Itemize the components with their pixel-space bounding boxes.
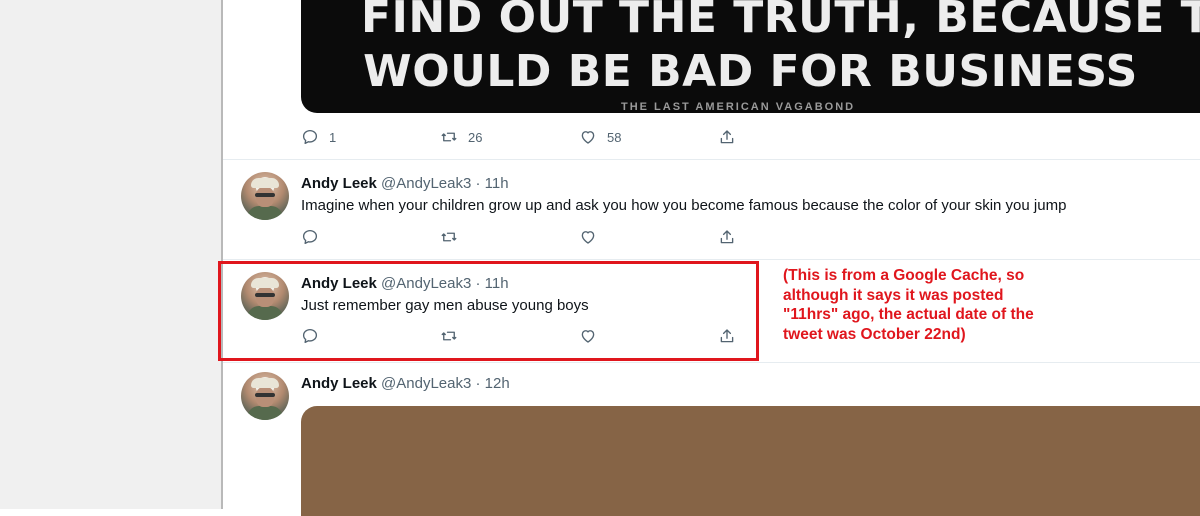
author-name[interactable]: Andy Leek: [301, 175, 377, 192]
media-credit: THE LAST AMERICAN VAGABOND: [621, 101, 856, 113]
share-icon: [720, 230, 734, 244]
reply-count: 1: [329, 129, 337, 145]
tweet-header: Andy Leek @AndyLeak3 · 11h: [301, 175, 509, 192]
tweet-media-image[interactable]: [301, 406, 1200, 516]
media-text-line1: FIND OUT THE TRUTH, BECAUSE THAT: [361, 0, 1200, 43]
author-handle[interactable]: @AndyLeak3: [381, 175, 471, 192]
highlight-box: [218, 261, 759, 361]
left-gutter: [0, 0, 223, 509]
reply-icon: [302, 229, 318, 245]
tweet-header: Andy Leek @AndyLeak3 · 12h: [301, 375, 510, 392]
like-button[interactable]: 58: [579, 128, 718, 146]
tweet-divider: [223, 159, 1200, 160]
annotation-line: although it says it was posted: [783, 286, 1004, 304]
retweet-button[interactable]: 26: [440, 128, 579, 146]
tweet-divider: [223, 362, 1200, 363]
tweet-divider: [223, 259, 1200, 260]
like-count: 58: [607, 129, 622, 145]
tweet-text: Imagine when your children grow up and a…: [301, 197, 1067, 214]
tweet-media-image[interactable]: FIND OUT THE TRUTH, BECAUSE THAT WOULD B…: [301, 0, 1200, 113]
reply-button[interactable]: [301, 228, 440, 246]
author-handle[interactable]: @AndyLeak3: [381, 375, 471, 392]
avatar[interactable]: [241, 372, 289, 420]
tweet-time[interactable]: 11h: [485, 175, 509, 192]
media-text-line2: WOULD BE BAD FOR BUSINESS: [363, 46, 1138, 97]
retweet-icon: [441, 132, 457, 142]
annotation-line: "11hrs" ago, the actual date of the: [783, 306, 1034, 323]
tweet-time[interactable]: 12h: [485, 375, 510, 392]
annotation-line: tweet was October 22nd): [783, 325, 966, 343]
share-button[interactable]: [718, 128, 736, 146]
tweet-actions: [301, 228, 736, 246]
like-icon: [581, 131, 595, 144]
tweet-actions: 1 26 58: [301, 128, 736, 146]
share-icon: [720, 130, 734, 144]
reply-icon: [302, 129, 318, 145]
share-button[interactable]: [718, 228, 736, 246]
reply-button[interactable]: 1: [301, 128, 440, 146]
retweet-icon: [441, 232, 457, 242]
like-icon: [581, 231, 595, 244]
author-name[interactable]: Andy Leek: [301, 375, 377, 392]
retweet-button[interactable]: [440, 228, 579, 246]
retweet-count: 26: [468, 129, 483, 145]
annotation-line: (This is from a Google Cache, so: [783, 267, 1025, 284]
annotation-note: (This is from a Google Cache, so althoug…: [783, 266, 1073, 344]
avatar[interactable]: [241, 172, 289, 220]
like-button[interactable]: [579, 228, 718, 246]
